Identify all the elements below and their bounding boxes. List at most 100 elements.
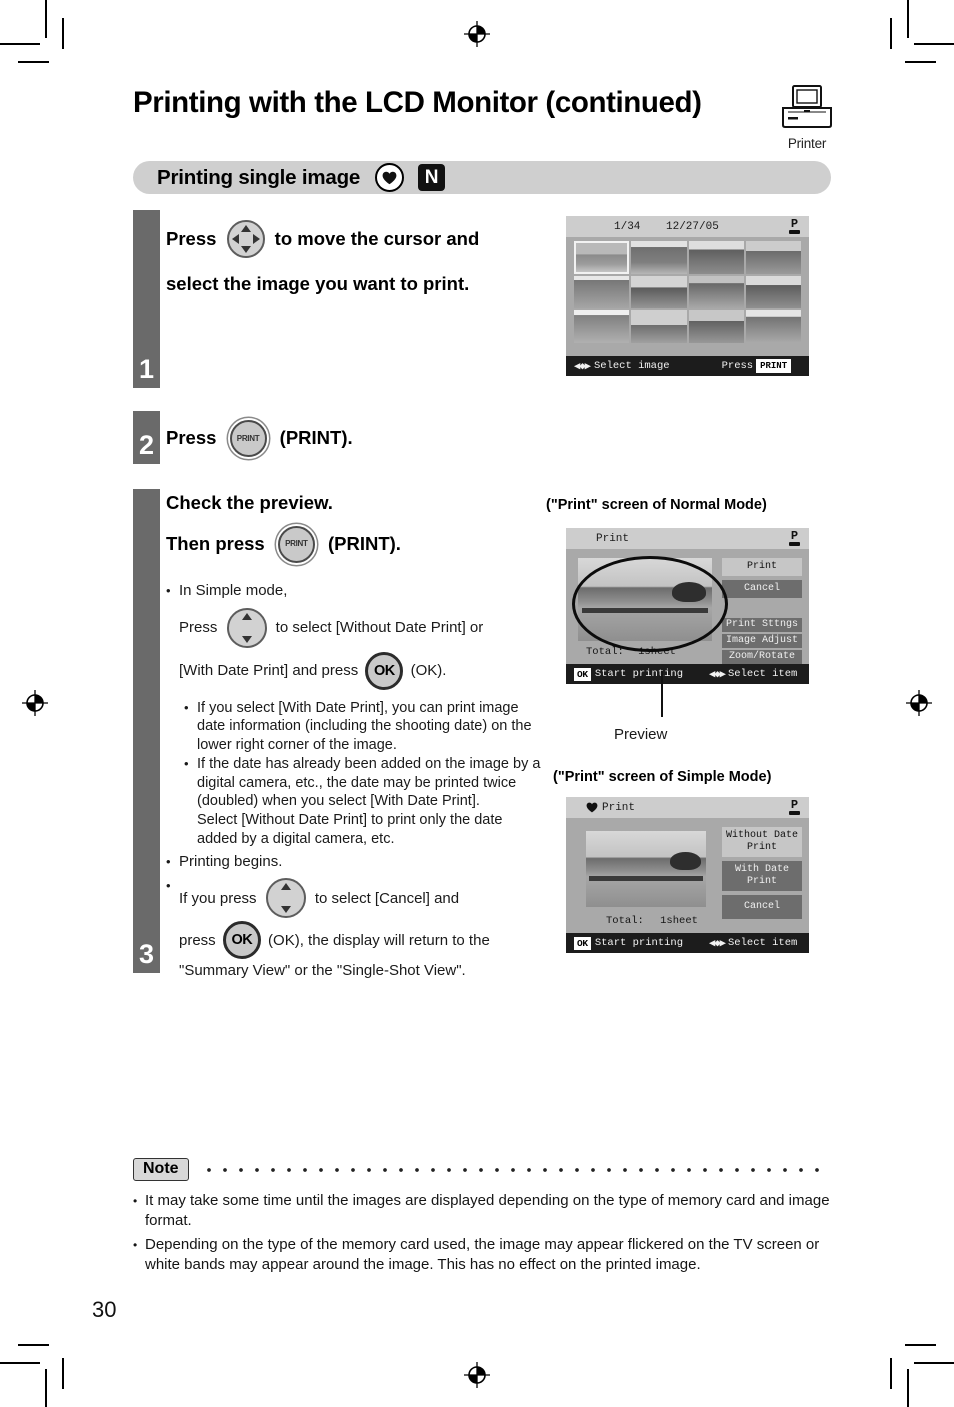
step-2-text-pre: Press [166,427,222,449]
crop-mark-inner-bottom-left-h [18,1344,49,1346]
preview-leader-line [661,671,663,717]
crop-mark-top-right-v [907,0,909,38]
menu-item-image-adjust[interactable]: Image Adjust [722,634,802,648]
menu-item-cancel[interactable]: Cancel [722,580,802,598]
note-label: Note [133,1158,189,1181]
print-button-icon: PRINT [229,420,267,457]
menu-item-zoom-rotate[interactable]: Zoom/Rotate [722,650,802,664]
step-3-cancel-mid: to select [Cancel] and [310,889,460,907]
total-label: Total: [606,915,644,927]
preview-label: Preview [614,726,668,743]
caption-normal-mode: ("Print" screen of Normal Mode) [546,497,767,513]
crop-mark-top-left-h [0,43,40,45]
step-3-press-line2-post: (OK). [406,662,447,679]
lcd-normal-select-hint: Select item [728,668,798,680]
page-number: 30 [92,1297,117,1322]
step-3-press-pre: Press [179,619,222,636]
menu-item-print-settings[interactable]: Print Sttngs [722,618,802,632]
menu-item-with-date-print[interactable]: With Date Print [722,861,802,891]
step-3-subbullet-1: If you select [With Date Print], you can… [184,699,546,755]
step-3-cancel-line2-pre: press [179,931,220,949]
thumbnail-cell[interactable] [631,275,687,309]
heart-icon [586,802,598,817]
crop-mark-inner-top-right-h [905,61,936,63]
thumbnail-cell[interactable] [631,310,687,343]
step-1-number: 1 [133,210,160,388]
menu-item-print[interactable]: Print [722,558,802,576]
section-header-bar: Printing single image N [133,161,831,194]
crop-mark-inner-bottom-right-h [905,1344,936,1346]
cancel-bullet-dot: • [166,878,171,894]
note-item: It may take some time until the images a… [133,1191,833,1231]
registration-mark-right [906,690,932,716]
thumbnail-cell[interactable] [745,241,801,274]
print-button-icon: PRINT [277,525,315,563]
lcd-print-screen-simple-mode: Print P Without Date Print With Date Pri… [566,797,809,953]
ok-chip: OK [574,667,591,681]
step-3-text-post: (PRINT). [322,532,401,554]
step-2-number: 2 [133,411,160,464]
lcd-normal-title: Print [596,532,630,545]
printer-p-icon: P [789,530,800,546]
thumbnail-cell[interactable] [574,241,630,274]
crop-mark-inner-top-left-v [62,18,64,49]
lcd-simple-bottombar: OK Start printing ◀◆▶ Select item [566,933,809,953]
thumbnail-cell[interactable] [688,275,744,309]
menu-item-cancel[interactable]: Cancel [722,895,802,919]
step-2-body: Press PRINT (PRINT). [166,420,353,457]
lcd-simple-preview-image [586,831,706,907]
dpad-hint-icon: ◀◆▶ [709,937,726,950]
crop-mark-inner-top-right-v [890,18,892,49]
step-3-bullet-printing-begins: Printing begins. [166,852,546,872]
crop-mark-bottom-right-v [907,1369,909,1407]
note-section: Note It may take some time until the ima… [133,1158,833,1275]
registration-mark-bottom [464,1362,490,1388]
step-3-press-row-1: Press to select [Without Date Print] or [179,607,546,648]
step-3-text-pre: Then press [166,532,270,554]
lcd-grid-hint-right: Press [721,360,754,372]
thumbnail-cell[interactable] [688,241,744,274]
menu-item-without-date-print[interactable]: Without Date Print [722,827,802,857]
step-3-subbullet-2: If the date has already been added on th… [184,755,546,848]
thumbnail-cell[interactable] [745,275,801,309]
step-3-cancel-pre: If you press [179,889,261,907]
step-3-head-line-2: Then press PRINT (PRINT). [166,525,546,563]
step-1-line-2: select the image you want to print. [166,273,470,294]
dpad-4way-icon [226,220,265,258]
lcd-normal-primary-menu: Print Cancel [722,558,802,598]
caption-simple-mode: ("Print" screen of Simple Mode) [553,769,772,785]
thumbnail-cell[interactable] [631,241,687,274]
thumbnail-cell[interactable] [688,310,744,343]
printer-caption: Printer [787,136,827,151]
printer-p-icon: P [789,799,800,815]
lcd-grid-bottombar: ◀◆▶ Select image Press PRINT [566,356,809,376]
lcd-thumbnail-grid-screen: 1/34 12/27/05 P ◀◆▶ Select image Press P… [566,216,809,376]
ok-chip: OK [574,936,591,950]
step-3-body: Check the preview. Then press PRINT (PRI… [166,492,546,981]
lcd-grid-counter: 1/34 [614,220,641,233]
registration-mark-left [22,690,48,716]
thumbnail-cell[interactable] [745,310,801,343]
step-3-press-mid: to select [Without Date Print] or [271,619,484,636]
crop-mark-inner-top-left-h [18,61,49,63]
section-title: Printing single image [157,165,361,189]
step-3-number: 3 [133,489,160,973]
crop-mark-bottom-left-h [0,1362,40,1364]
normal-mode-badge: N [418,164,446,191]
crop-mark-bottom-right-h [914,1362,954,1364]
heart-icon [375,163,405,192]
lcd-grid-topbar: 1/34 12/27/05 P [566,216,809,237]
thumbnail-cell[interactable] [574,310,630,343]
step-3-head-line-1: Check the preview. [166,492,333,513]
page-title: Printing with the LCD Monitor (continued… [133,86,702,119]
step-3-cancel-row-1: • If you press to select [Cancel] and [166,878,546,919]
step-1-body: Press to move the cursor and select the … [166,220,556,294]
thumbnail-cell[interactable] [574,275,630,309]
crop-mark-inner-bottom-right-v [890,1358,892,1389]
step-3-press-line2-pre: [With Date Print] and press [179,662,363,679]
lcd-simple-title: Print [602,801,636,814]
step-2-text-post: (PRINT). [274,427,353,449]
dpad-updown-icon [265,878,306,919]
dpad-hint-icon: ◀◆▶ [574,360,591,373]
print-chip: PRINT [756,359,792,373]
